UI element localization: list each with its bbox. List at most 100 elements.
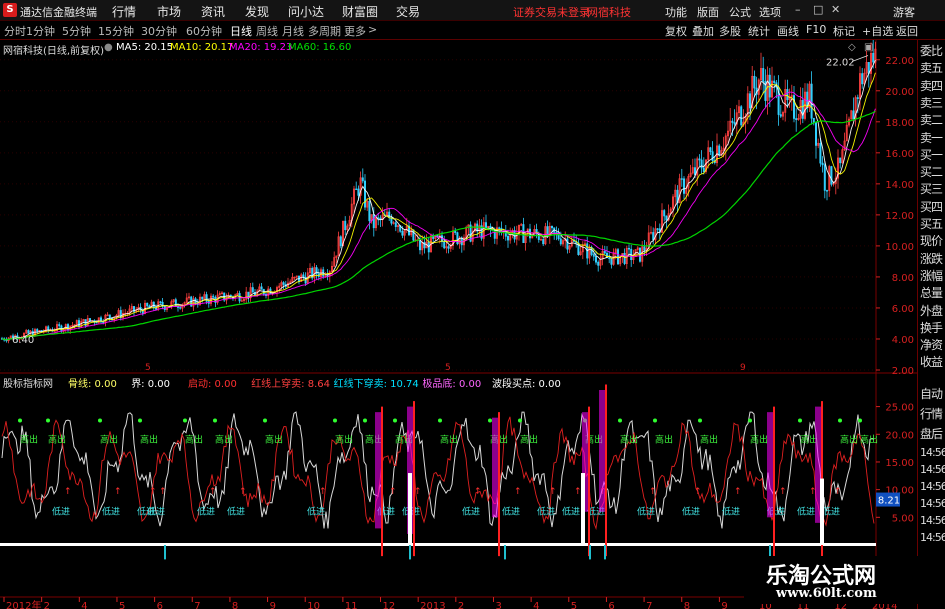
indicator-legend-item: 启动: 0.00 bbox=[188, 379, 237, 390]
buy-arrow: ↑ bbox=[779, 487, 787, 497]
maximize-icon[interactable]: □ bbox=[813, 3, 823, 16]
candle-body bbox=[550, 226, 553, 229]
candle-body bbox=[368, 200, 371, 222]
buy-label: 低进 bbox=[637, 506, 655, 518]
menu-options[interactable]: 选项 bbox=[759, 4, 781, 20]
candle-body bbox=[711, 151, 714, 161]
menu-quotes[interactable]: 行情 bbox=[112, 3, 136, 20]
y-tick-label: 2.00 bbox=[892, 366, 914, 377]
buy-arrow: ↑ bbox=[834, 487, 842, 497]
menu-wealth[interactable]: 财富圈 bbox=[342, 3, 378, 20]
candle-body bbox=[597, 261, 600, 266]
menu-layout[interactable]: 版面 bbox=[697, 4, 719, 20]
indicator-legend-item: 界: 0.00 bbox=[131, 379, 171, 390]
tab-15min[interactable]: 15分钟 bbox=[98, 23, 134, 39]
right-panel-item: 总量 bbox=[920, 286, 943, 301]
tab-5min[interactable]: 5分钟 bbox=[62, 23, 91, 39]
ind-tick-label: 15.00 bbox=[885, 458, 914, 469]
right-panel-item: 买一 bbox=[920, 147, 943, 162]
multi-stock-button[interactable]: 多股 bbox=[719, 23, 741, 39]
y-tick-label: 12.00 bbox=[885, 211, 914, 222]
tab-daily[interactable]: 日线 bbox=[230, 23, 252, 39]
menu-function[interactable]: 功能 bbox=[665, 4, 687, 20]
overlay-button[interactable]: 叠加 bbox=[692, 23, 714, 39]
indicator-header: 股标指标网 bbox=[3, 379, 53, 390]
candle-body bbox=[656, 228, 659, 230]
candle-body bbox=[251, 287, 254, 293]
candle-body bbox=[357, 188, 360, 196]
draw-button[interactable]: 画线 bbox=[777, 23, 799, 39]
close-icon[interactable]: ✕ bbox=[831, 3, 840, 16]
candle-body bbox=[302, 274, 305, 278]
add-watchlist-button[interactable]: +自选 bbox=[862, 23, 893, 39]
period-marker: 9 bbox=[740, 363, 746, 373]
menu-discover[interactable]: 发现 bbox=[245, 3, 269, 20]
chart-area[interactable]: 22.0020.0018.0016.0014.0012.0010.008.006… bbox=[0, 40, 917, 609]
minimize-icon[interactable]: – bbox=[795, 3, 801, 16]
sell-dot bbox=[858, 418, 862, 423]
title-bar: S 通达信金融终端 行情 市场 资讯 发现 问小达 财富圈 交易 证券交易未登录… bbox=[0, 0, 945, 21]
extreme-bottom-bar bbox=[599, 390, 605, 512]
sell-label: 高出 bbox=[48, 434, 66, 446]
sell-dot bbox=[618, 418, 622, 423]
tab-weekly[interactable]: 周线 bbox=[256, 23, 278, 39]
buy-arrow: ↑ bbox=[159, 487, 167, 497]
tab-multi-period[interactable]: 多周期 bbox=[308, 23, 341, 39]
guest-label[interactable]: 游客 bbox=[893, 4, 915, 20]
ma10-line bbox=[1, 72, 876, 341]
candle-body bbox=[709, 147, 712, 152]
x-tick-label: 10 bbox=[307, 601, 320, 609]
buy-arrow: ↑ bbox=[649, 487, 657, 497]
menu-market[interactable]: 市场 bbox=[157, 3, 181, 20]
sell-dot bbox=[138, 418, 142, 423]
sell-label: 高出 bbox=[655, 434, 673, 446]
sell-dot bbox=[438, 418, 442, 423]
candle-body bbox=[748, 93, 751, 109]
f10-button[interactable]: F10 bbox=[806, 23, 826, 36]
buy-label: 低进 bbox=[797, 506, 815, 518]
y-tick-label: 18.00 bbox=[885, 118, 914, 129]
menu-formula[interactable]: 公式 bbox=[729, 4, 751, 20]
login-notice[interactable]: 证券交易未登录 bbox=[513, 4, 590, 20]
tab-60min[interactable]: 60分钟 bbox=[186, 23, 222, 39]
right-panel-item[interactable]: 盘后 bbox=[920, 425, 943, 442]
buy-arrow: ↑ bbox=[64, 487, 72, 497]
tab-more[interactable]: 更多 bbox=[344, 23, 366, 39]
candle-body bbox=[856, 97, 859, 99]
buy-label: 低进 bbox=[307, 506, 325, 518]
extreme-bottom-bar bbox=[492, 417, 498, 518]
candle-body bbox=[718, 145, 721, 156]
tab-monthly[interactable]: 月线 bbox=[282, 23, 304, 39]
tab-intraday[interactable]: 分时 bbox=[4, 23, 26, 39]
back-button[interactable]: 返回 bbox=[896, 23, 918, 39]
x-tick-label: 11 bbox=[345, 601, 358, 609]
candle-body bbox=[810, 83, 813, 119]
buy-arrow: ↑ bbox=[389, 487, 397, 497]
tab-1min[interactable]: 1分钟 bbox=[26, 23, 55, 39]
candle-body bbox=[753, 75, 756, 89]
right-panel-item: 涨幅 bbox=[920, 268, 943, 283]
sell-dot bbox=[18, 418, 22, 423]
candle-body bbox=[680, 178, 683, 180]
right-panel-item: 外盘 bbox=[920, 303, 943, 318]
menu-trade[interactable]: 交易 bbox=[396, 3, 420, 20]
mark-button[interactable]: 标记 bbox=[833, 23, 855, 39]
x-tick-label: 4 bbox=[81, 601, 87, 609]
buy-arrow: ↑ bbox=[414, 487, 422, 497]
right-panel-item: 买三 bbox=[920, 182, 943, 197]
sell-dot bbox=[518, 418, 522, 423]
candle-body bbox=[361, 177, 364, 182]
buy-label: 低进 bbox=[102, 506, 120, 518]
right-panel-item[interactable]: 自动 bbox=[920, 385, 943, 402]
adjust-button[interactable]: 复权 bbox=[665, 23, 687, 39]
tab-30min[interactable]: 30分钟 bbox=[141, 23, 177, 39]
menu-news[interactable]: 资讯 bbox=[201, 3, 225, 20]
stats-button[interactable]: 统计 bbox=[748, 23, 770, 39]
indicator-legend-item: 波段买点: 0.00 bbox=[492, 379, 561, 390]
buy-arrow: ↑ bbox=[209, 487, 217, 497]
right-panel-item[interactable]: 行情 bbox=[920, 405, 943, 422]
candle-body bbox=[78, 320, 81, 327]
menu-ask[interactable]: 问小达 bbox=[288, 3, 324, 20]
candle-body bbox=[355, 188, 358, 191]
buy-label: 低进 bbox=[52, 506, 70, 518]
